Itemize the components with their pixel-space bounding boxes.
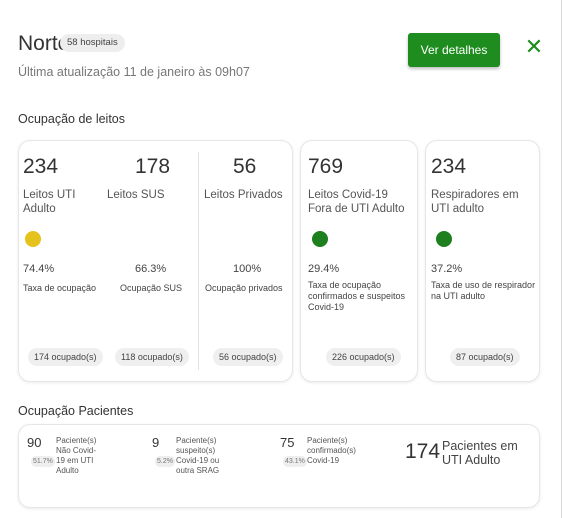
- respirators-occupied-pill: 87 ocupado(s): [450, 348, 520, 366]
- respirators-usage-pct: 37.2%: [431, 263, 463, 275]
- non-covid-label: Paciente(s) Não Covid-19 em UTI Adulto: [56, 436, 97, 475]
- confirmed-label: Paciente(s) confirmado(s) Covid-19: [307, 436, 356, 465]
- covid-beds-count: 769: [308, 155, 344, 178]
- panel-divider: [561, 0, 562, 518]
- sus-beds-label: Leitos SUS: [107, 189, 165, 201]
- private-occupancy-label: Ocupação privados: [205, 283, 283, 293]
- beds-section-title: Ocupação de leitos: [18, 112, 126, 126]
- uti-beds-count: 234: [23, 155, 59, 178]
- uti-occupancy-label: Taxa de ocupação: [23, 283, 97, 293]
- view-details-button[interactable]: Ver detalhes: [408, 33, 500, 67]
- covid-occupied-pill: 226 ocupado(s): [326, 348, 401, 366]
- hospitals-count-badge: 58 hospitais: [60, 34, 125, 52]
- private-occupancy-pct: 100%: [233, 263, 262, 275]
- patients-section-title: Ocupação Pacientes: [18, 404, 134, 418]
- respirators-usage-label: Taxa de uso de respirador na UTI adulto: [431, 280, 536, 301]
- confirmed-pct: 43.1%: [283, 456, 307, 467]
- private-occupied-pill: 56 ocupado(s): [213, 348, 283, 366]
- sus-beds-count: 178: [135, 155, 171, 178]
- occupancy-status-dot: [25, 231, 41, 247]
- uti-occupancy-pct: 74.4%: [23, 263, 55, 275]
- last-update-text: Última atualização 11 de janeiro às 09h0…: [18, 65, 250, 79]
- covid-beds-label: Leitos Covid-19 Fora de UTI Adulto: [308, 189, 405, 215]
- confirmed-count: 75: [280, 435, 295, 450]
- respirators-label: Respiradores em UTI adulto: [431, 189, 519, 215]
- total-patients-label: Pacientes em UTI Adulto: [442, 439, 518, 467]
- covid-occupancy-label: Taxa de ocupação confirmados e suspeitos…: [308, 280, 406, 312]
- close-icon[interactable]: ✕: [524, 36, 544, 58]
- uti-occupied-pill: 174 ocupado(s): [28, 348, 103, 366]
- non-covid-pct: 51.7%: [31, 456, 55, 467]
- covid-occupancy-pct: 29.4%: [308, 263, 340, 275]
- sus-occupancy-pct: 66.3%: [135, 263, 167, 275]
- uti-beds-label: Leitos UTI Adulto: [23, 189, 76, 215]
- card-divider: [198, 152, 199, 370]
- suspected-count: 9: [152, 435, 160, 450]
- sus-occupied-pill: 118 ocupado(s): [115, 348, 189, 366]
- sus-occupancy-label: Ocupação SUS: [120, 283, 183, 293]
- suspected-pct: 5.2%: [155, 456, 175, 467]
- respirators-count: 234: [431, 155, 467, 178]
- private-beds-count: 56: [233, 155, 257, 178]
- private-beds-label: Leitos Privados: [204, 189, 283, 201]
- non-covid-count: 90: [27, 435, 42, 450]
- suspected-label: Paciente(s) suspeito(s) Covid-19 ou outr…: [176, 436, 220, 475]
- total-patients-count: 174: [405, 440, 441, 463]
- occupancy-status-dot: [312, 231, 328, 247]
- occupancy-status-dot: [436, 231, 452, 247]
